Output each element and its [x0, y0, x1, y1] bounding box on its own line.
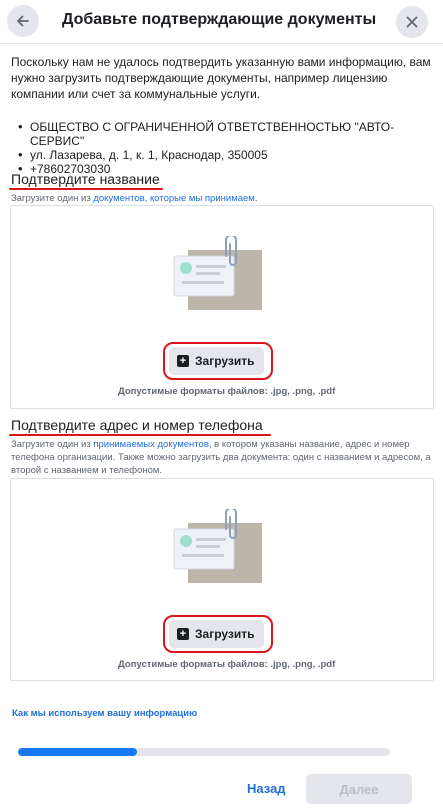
- document-illustration-2: [173, 509, 262, 583]
- accepted-documents-link[interactable]: документов, которые мы принимаем: [93, 193, 254, 204]
- back-arrow-button[interactable]: [7, 5, 39, 37]
- business-name: ОБЩЕСТВО С ОГРАНИЧЕННОЙ ОТВЕТСТВЕННОСТЬЮ…: [18, 120, 428, 148]
- progress-fill: [18, 748, 138, 756]
- intro-text: Поскольку нам не удалось подтвердить ука…: [11, 55, 431, 101]
- close-button[interactable]: [396, 6, 428, 38]
- dialog-header: Добавьте подтверждающие документы: [0, 0, 443, 44]
- section-hint-name: Загрузите один из документов, которые мы…: [11, 193, 258, 204]
- close-icon: [406, 16, 418, 28]
- back-button[interactable]: Назад: [247, 781, 286, 796]
- annotation-underline-address: [9, 434, 271, 436]
- business-details-list: ОБЩЕСТВО С ОГРАНИЧЕННОЙ ОТВЕТСТВЕННОСТЬЮ…: [18, 120, 428, 176]
- arrow-left-icon: [17, 15, 29, 27]
- section-title-name: Подтвердите название: [11, 171, 160, 187]
- dialog-title: Добавьте подтверждающие документы: [62, 11, 377, 28]
- next-button[interactable]: Далее: [306, 774, 412, 804]
- how-we-use-info-link[interactable]: Как мы используем вашу информацию: [12, 708, 197, 719]
- business-address: ул. Лазарева, д. 1, к. 1, Краснодар, 350…: [18, 148, 428, 162]
- annotation-ring-upload-name: [163, 342, 273, 380]
- file-formats-address: Допустимые форматы файлов: .jpg, .png, .…: [118, 659, 336, 670]
- document-illustration: [173, 236, 262, 310]
- file-formats-name: Допустимые форматы файлов: .jpg, .png, .…: [118, 386, 336, 397]
- section-title-address: Подтвердите адрес и номер телефона: [11, 417, 263, 433]
- accepted-documents-link-2[interactable]: принимаемых документов: [93, 439, 209, 450]
- section-hint-address: Загрузите один из принимаемых документов…: [11, 439, 431, 476]
- annotation-ring-upload-address: [163, 615, 273, 653]
- progress-bar: [18, 748, 390, 756]
- annotation-underline-name: [9, 188, 163, 190]
